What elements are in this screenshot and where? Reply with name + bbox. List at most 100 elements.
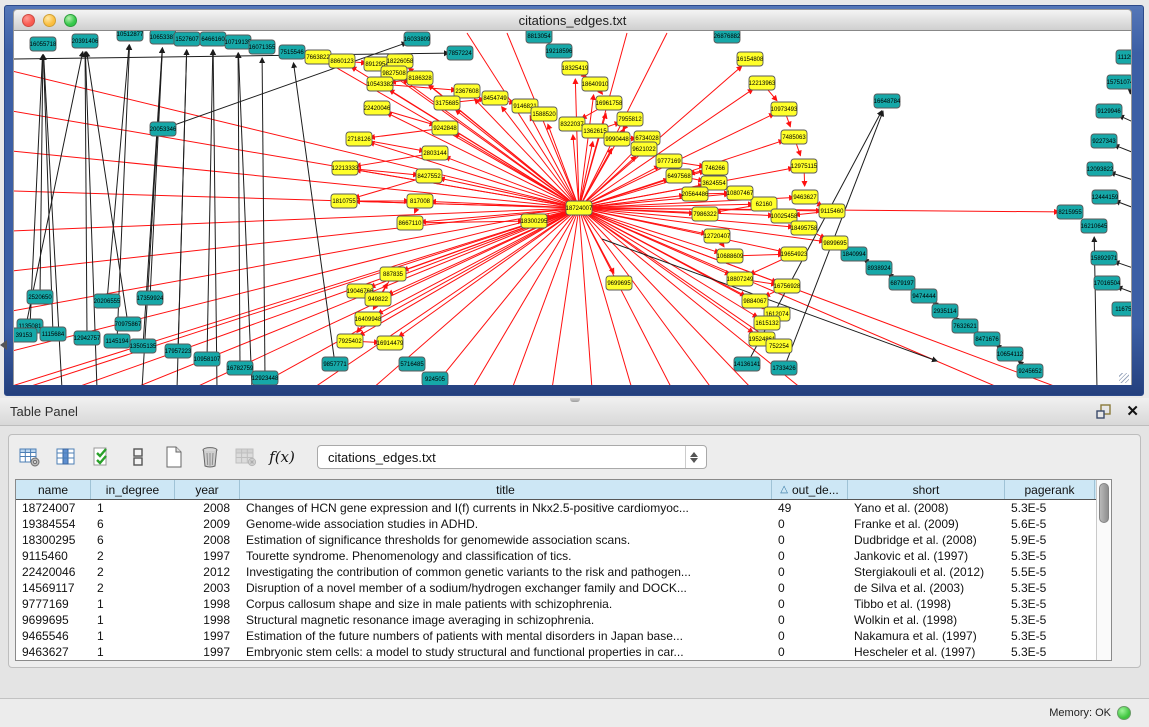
table-cell-year[interactable]: 2003 <box>175 580 240 596</box>
table-cell-pagerank[interactable]: 5.9E-5 <box>1005 532 1095 548</box>
graph-node[interactable]: 7485063 <box>781 130 807 144</box>
network-canvas[interactable]: 1605571820391406105128771065338715276076… <box>13 31 1132 385</box>
graph-node[interactable]: 8427552 <box>416 169 442 183</box>
graph-node[interactable]: 924505 <box>422 372 448 385</box>
table-cell-in_degree[interactable]: 1 <box>91 500 175 516</box>
graph-node[interactable]: 14136141 <box>734 357 761 371</box>
table-cell-year[interactable]: 2009 <box>175 516 240 532</box>
table-settings-button[interactable] <box>15 443 45 471</box>
float-window-icon[interactable] <box>1096 404 1112 420</box>
graph-node[interactable]: 2520650 <box>27 290 53 304</box>
table-row[interactable]: 946362711997Embryonic stem cells: a mode… <box>16 644 1096 660</box>
graph-node[interactable]: 752254 <box>766 339 792 353</box>
column-header-name[interactable]: name <box>16 480 91 499</box>
table-cell-short[interactable]: Stergiakouli et al. (2012) <box>848 564 1005 580</box>
table-cell-short[interactable]: Wolkin et al. (1998) <box>848 612 1005 628</box>
graph-node[interactable]: 18724007 <box>566 201 593 215</box>
graph-node[interactable]: 7663822 <box>305 50 331 64</box>
graph-node[interactable]: 9884067 <box>742 294 768 308</box>
graph-node[interactable]: 9463627 <box>792 190 818 204</box>
table-cell-year[interactable]: 1997 <box>175 548 240 564</box>
new-column-button[interactable] <box>159 443 189 471</box>
table-cell-out_de[interactable]: 0 <box>772 612 848 628</box>
table-cell-name[interactable]: 18724007 <box>16 500 91 516</box>
graph-node[interactable]: 10807467 <box>727 186 754 200</box>
table-cell-pagerank[interactable]: 5.6E-5 <box>1005 516 1095 532</box>
table-cell-in_degree[interactable]: 1 <box>91 596 175 612</box>
table-cell-pagerank[interactable]: 5.3E-5 <box>1005 596 1095 612</box>
graph-node[interactable]: 2935114 <box>932 304 958 318</box>
graph-node[interactable]: 13505135 <box>130 339 157 353</box>
close-window-icon[interactable] <box>22 14 35 27</box>
graph-node[interactable]: 20564486 <box>682 187 709 201</box>
table-cell-out_de[interactable]: 0 <box>772 532 848 548</box>
table-cell-short[interactable]: Hescheler et al. (1997) <box>848 644 1005 660</box>
graph-node[interactable]: 19218596 <box>546 44 573 58</box>
graph-node[interactable]: 8667110 <box>397 216 423 230</box>
graph-node[interactable]: 9699695 <box>606 276 632 290</box>
table-cell-name[interactable]: 19384554 <box>16 516 91 532</box>
graph-node[interactable]: 16210645 <box>1081 219 1108 233</box>
graph-node[interactable]: 16961758 <box>596 96 623 110</box>
table-cell-out_de[interactable]: 49 <box>772 500 848 516</box>
graph-node[interactable]: 15751074 <box>1107 75 1132 89</box>
graph-node[interactable]: 12213333 <box>332 161 359 175</box>
table-cell-title[interactable]: Corpus callosum shape and size in male p… <box>240 596 772 612</box>
table-cell-title[interactable]: Estimation of the future numbers of pati… <box>240 628 772 644</box>
graph-node[interactable]: 16071355 <box>249 40 276 54</box>
graph-node[interactable]: 18495758 <box>791 221 818 235</box>
table-cell-title[interactable]: Investigating the contribution of common… <box>240 564 772 580</box>
table-cell-pagerank[interactable]: 5.3E-5 <box>1005 628 1095 644</box>
graph-node[interactable]: 9129946 <box>1096 104 1122 118</box>
function-builder-button[interactable]: f(x) <box>267 443 297 471</box>
table-cell-year[interactable]: 2012 <box>175 564 240 580</box>
table-cell-short[interactable]: Jankovic et al. (1997) <box>848 548 1005 564</box>
table-row[interactable]: 946554611997Estimation of the future num… <box>16 628 1096 644</box>
table-cell-short[interactable]: Nakamura et al. (1997) <box>848 628 1005 644</box>
table-cell-name[interactable]: 9463627 <box>16 644 91 660</box>
graph-node[interactable]: 887835 <box>380 267 406 281</box>
graph-node[interactable]: 1145194 <box>104 334 130 348</box>
graph-node[interactable]: 16409948 <box>355 312 382 326</box>
vertical-scrollbar[interactable] <box>1096 480 1111 660</box>
table-cell-in_degree[interactable]: 6 <box>91 532 175 548</box>
table-cell-year[interactable]: 1997 <box>175 628 240 644</box>
table-cell-name[interactable]: 9465546 <box>16 628 91 644</box>
table-cell-short[interactable]: Tibbo et al. (1998) <box>848 596 1005 612</box>
graph-node[interactable]: 16648784 <box>874 94 901 108</box>
zoom-window-icon[interactable] <box>64 14 77 27</box>
collapse-panel-handle[interactable] <box>0 340 7 350</box>
table-cell-title[interactable]: Tourette syndrome. Phenomenology and cla… <box>240 548 772 564</box>
graph-node[interactable]: 9857771 <box>322 357 348 371</box>
delete-table-button[interactable] <box>231 443 261 471</box>
graph-node[interactable]: 9227343 <box>1091 134 1117 148</box>
graph-node[interactable]: 8454749 <box>482 91 508 105</box>
table-row[interactable]: 911546021997Tourette syndrome. Phenomeno… <box>16 548 1096 564</box>
table-row[interactable]: 969969511998Structural magnetic resonanc… <box>16 612 1096 628</box>
minimize-window-icon[interactable] <box>43 14 56 27</box>
graph-node[interactable]: 8215955 <box>1057 205 1083 219</box>
graph-node[interactable]: 817008 <box>407 194 433 208</box>
graph-node[interactable]: 10688609 <box>717 249 744 263</box>
table-cell-out_de[interactable]: 0 <box>772 580 848 596</box>
graph-node[interactable]: 8322037 <box>559 117 585 131</box>
table-cell-title[interactable]: Embryonic stem cells: a model to study s… <box>240 644 772 660</box>
graph-node[interactable]: 7515546 <box>279 45 305 59</box>
table-row[interactable]: 2242004622012Investigating the contribut… <box>16 564 1096 580</box>
table-cell-pagerank[interactable]: 5.5E-5 <box>1005 564 1095 580</box>
graph-node[interactable]: 9242848 <box>432 121 458 135</box>
graph-node[interactable]: 6497568 <box>666 169 692 183</box>
table-cell-in_degree[interactable]: 1 <box>91 644 175 660</box>
table-cell-out_de[interactable]: 0 <box>772 564 848 580</box>
table-cell-in_degree[interactable]: 1 <box>91 628 175 644</box>
graph-node[interactable]: 1615132 <box>754 316 780 330</box>
graph-node[interactable]: 12093822 <box>1087 162 1114 176</box>
table-cell-in_degree[interactable]: 2 <box>91 548 175 564</box>
graph-node[interactable]: 70975867 <box>115 317 142 331</box>
graph-node[interactable]: 949822 <box>365 292 391 306</box>
table-cell-title[interactable]: Genome-wide association studies in ADHD. <box>240 516 772 532</box>
graph-node[interactable]: 6466160 <box>200 32 226 46</box>
graph-node[interactable]: 16055718 <box>30 37 57 51</box>
table-cell-short[interactable]: Franke et al. (2009) <box>848 516 1005 532</box>
table-mode-button[interactable] <box>123 443 153 471</box>
